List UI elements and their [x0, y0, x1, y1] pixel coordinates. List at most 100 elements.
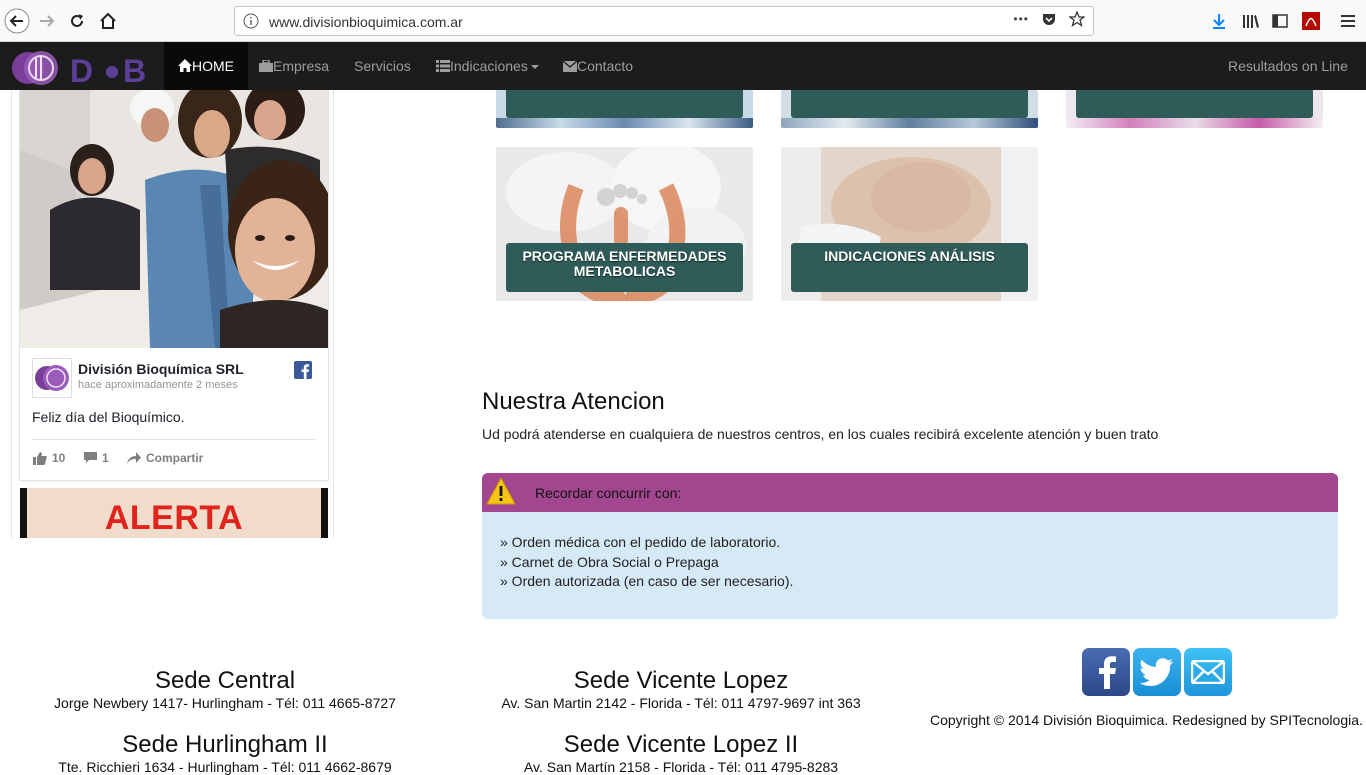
- forward-button[interactable]: [33, 7, 61, 35]
- forward-arrow-icon: [40, 15, 55, 27]
- list-icon: [436, 60, 450, 72]
- tile-programa-enfermedades[interactable]: PROGRAMA ENFERMEDADES METABOLICAS: [496, 147, 753, 301]
- home-icon: [100, 12, 116, 29]
- tile-indicaciones-analisis[interactable]: INDICACIONES ANÁLISIS: [781, 147, 1038, 301]
- chevron-down-icon: [530, 65, 539, 70]
- site-logo[interactable]: D B: [8, 46, 153, 90]
- section-subtitle: Ud podrá atenderse en cualquiera de nues…: [482, 426, 1159, 442]
- sarampion-alert-banner[interactable]: ALERTA SARAMPIÓN: [20, 488, 328, 538]
- service-tile-top-2[interactable]: [781, 90, 1038, 128]
- nav-resultados[interactable]: Resultados on Line: [1214, 42, 1366, 118]
- post-time[interactable]: hace aproximadamente 2 meses: [78, 379, 238, 391]
- nav-resultados-label: Resultados on Line: [1228, 58, 1348, 74]
- copyright-text: Copyright © 2014 División Bioquimica. Re…: [930, 712, 1363, 728]
- reminder-panel-header: Recordar concurrir con:: [482, 473, 1338, 512]
- email-link[interactable]: [1184, 648, 1232, 696]
- nav-contacto-label: Contacto: [577, 58, 634, 74]
- page-name[interactable]: División Bioquímica SRL: [78, 361, 244, 377]
- sede-address: Av. San Martín 2158 - Florida - Tél: 011…: [523, 759, 839, 775]
- reminder-item: » Carnet de Obra Social o Prepaga: [500, 553, 719, 570]
- service-tile-top-3[interactable]: [1066, 90, 1323, 128]
- reminder-item: » Orden médica con el pedido de laborato…: [500, 534, 781, 550]
- address-bar[interactable]: www.divisionbioquimica.com.ar •••: [234, 6, 1094, 36]
- sede-name: Sede Vicente Lopez II: [563, 731, 799, 758]
- sede-name: Sede Vicente Lopez: [573, 667, 789, 694]
- home-button[interactable]: [94, 7, 122, 35]
- nav-servicios-label: Servicios: [354, 58, 411, 74]
- envelope-icon: [562, 60, 578, 72]
- nav-indicaciones-label: Indicaciones: [450, 58, 528, 74]
- tile-label: PROGRAMA ENFERMEDADES METABOLICAS: [506, 243, 743, 292]
- bookmark-star-icon[interactable]: [1069, 11, 1085, 27]
- reminder-list: » Orden médica con el pedido de laborato…: [482, 512, 1338, 592]
- url-text: www.divisionbioquimica.com.ar: [269, 14, 463, 30]
- page-avatar[interactable]: [32, 358, 72, 398]
- twitter-link[interactable]: [1133, 648, 1181, 696]
- sede-name: Sede Hurlingham II: [122, 731, 328, 758]
- tile-label-box: [791, 90, 1028, 118]
- nav-servicios[interactable]: Servicios: [340, 42, 425, 90]
- sidebar-icon[interactable]: [1272, 13, 1288, 29]
- library-icon[interactable]: [1242, 13, 1260, 29]
- warning-icon: [486, 477, 516, 505]
- reminder-item: » Orden autorizada (en caso de ser neces…: [500, 573, 794, 589]
- tile-label: INDICACIONES ANÁLISIS: [791, 243, 1028, 292]
- hamburger-menu-icon[interactable]: [1340, 13, 1356, 29]
- post-divider: [32, 439, 316, 440]
- pocket-icon[interactable]: [1041, 11, 1057, 27]
- pdf-icon[interactable]: [1302, 12, 1320, 30]
- back-arrow-icon: [4, 8, 30, 34]
- reload-button[interactable]: [63, 7, 91, 35]
- page-actions-icon[interactable]: •••: [1013, 12, 1029, 26]
- tile-label-box: [1076, 90, 1313, 118]
- site-navbar: D B HOME Empresa Servicios Indicaciones …: [0, 42, 1366, 118]
- sede-address: Av. San Martin 2142 - Florida - Tél: 011…: [501, 695, 861, 711]
- nav-home-label: HOME: [192, 58, 234, 74]
- reminder-panel: Recordar concurrir con: » Orden médica c…: [482, 473, 1338, 619]
- nav-home[interactable]: HOME: [164, 42, 248, 90]
- post-photo[interactable]: [20, 90, 328, 348]
- back-button[interactable]: [3, 7, 31, 35]
- like-count: 10: [52, 451, 66, 465]
- nav-contacto[interactable]: Contacto: [549, 42, 647, 90]
- briefcase-icon: [259, 59, 273, 72]
- tile-image-strip: [1066, 118, 1323, 128]
- service-tile-top-1[interactable]: [496, 90, 753, 128]
- like-button[interactable]: 10: [33, 451, 65, 465]
- nav-indicaciones[interactable]: Indicaciones: [422, 42, 553, 90]
- facebook-post: División Bioquímica SRL hace aproximadam…: [20, 90, 328, 480]
- info-icon[interactable]: [243, 13, 259, 29]
- comment-count: 1: [102, 451, 109, 465]
- logo-mark-icon: D B: [12, 51, 146, 89]
- facebook-feed-widget: División Bioquímica SRL hace aproximadam…: [11, 90, 334, 538]
- sede-address: Tte. Ricchieri 1634 - Hurlingham - Tél: …: [58, 759, 392, 775]
- sede-name: Sede Central: [154, 667, 296, 694]
- sede-address: Jorge Newbery 1417- Hurlingham - Tél: 01…: [54, 695, 396, 711]
- facebook-icon[interactable]: [294, 361, 312, 379]
- nav-empresa-label: Empresa: [273, 58, 330, 74]
- group-selfie-image: [20, 90, 328, 348]
- share-label: Compartir: [146, 451, 204, 465]
- reload-icon: [71, 14, 83, 27]
- bioquimica-logo-icon: [35, 365, 69, 391]
- envelope-icon: [1191, 660, 1225, 684]
- svg-text:B: B: [123, 53, 146, 89]
- tile-label-box: [506, 90, 743, 118]
- section-title: Nuestra Atencion: [482, 388, 665, 415]
- browser-toolbar: www.divisionbioquimica.com.ar •••: [0, 0, 1366, 42]
- post-text: Feliz día del Bioquímico.: [32, 409, 185, 425]
- thumbs-up-icon: [33, 451, 47, 465]
- facebook-link[interactable]: [1082, 648, 1130, 696]
- twitter-bird-icon: [1140, 658, 1173, 686]
- download-icon[interactable]: [1211, 13, 1227, 29]
- svg-text:D: D: [70, 53, 93, 89]
- tile-image-strip: [496, 118, 753, 128]
- comment-button[interactable]: 1: [84, 451, 109, 465]
- home-icon: [178, 59, 192, 72]
- comment-icon: [84, 452, 97, 463]
- share-button[interactable]: Compartir: [127, 451, 203, 465]
- alert-banner-text: ALERTA SARAMPIÓN: [104, 499, 244, 537]
- nav-empresa[interactable]: Empresa: [245, 42, 343, 90]
- share-arrow-icon: [127, 452, 141, 464]
- facebook-icon: [1099, 656, 1116, 689]
